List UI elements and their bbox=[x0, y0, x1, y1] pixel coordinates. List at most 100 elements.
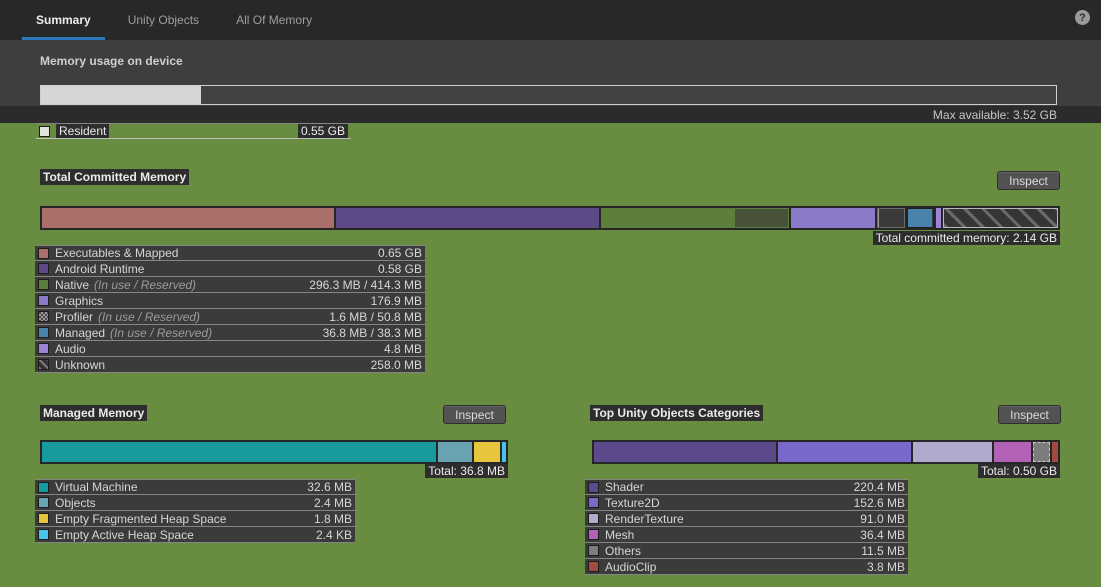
bar-segment-virtual-machine[interactable] bbox=[42, 442, 436, 462]
legend-row-empty-active-heap-space[interactable]: Empty Active Heap Space2.4 KB bbox=[35, 527, 355, 543]
legend-row-executables-mapped[interactable]: Executables & Mapped 0.65 GB bbox=[35, 245, 425, 261]
legend-row-unknown[interactable]: Unknown 258.0 MB bbox=[35, 357, 425, 373]
managed-memory-bar[interactable] bbox=[40, 440, 508, 464]
bar-segment-audio[interactable] bbox=[936, 208, 941, 228]
bar-segment-fill bbox=[908, 209, 932, 227]
bar-segment-android-runtime[interactable] bbox=[336, 208, 598, 228]
unity-objects-total-label: Total: 0.50 GB bbox=[860, 464, 1060, 478]
legend-swatch bbox=[38, 295, 49, 306]
help-icon[interactable]: ? bbox=[1075, 10, 1090, 25]
managed-section-title: Managed Memory bbox=[40, 406, 147, 420]
legend-value: 0.65 GB bbox=[378, 246, 422, 260]
legend-value: 258.0 MB bbox=[371, 358, 422, 372]
max-available-label: Max available: 3.52 GB bbox=[0, 106, 1101, 123]
legend-label: Unknown bbox=[55, 358, 105, 372]
legend-row-texture2d[interactable]: Texture2D152.6 MB bbox=[585, 495, 908, 511]
legend-row-shader[interactable]: Shader220.4 MB bbox=[585, 479, 908, 495]
legend-note: (In use / Reserved) bbox=[110, 326, 212, 340]
legend-row-android-runtime[interactable]: Android Runtime0.58 GB bbox=[35, 261, 425, 277]
device-panel-title: Memory usage on device bbox=[40, 54, 183, 68]
legend-label: Shader bbox=[605, 480, 644, 494]
legend-swatch bbox=[588, 529, 599, 540]
legend-swatch bbox=[38, 497, 49, 508]
unity-objects-inspect-button[interactable]: Inspect bbox=[998, 405, 1061, 424]
tab-all-of-memory[interactable]: All Of Memory bbox=[222, 0, 326, 40]
legend-row-native[interactable]: Native (In use / Reserved) 296.3 MB / 414.… bbox=[35, 277, 425, 293]
legend-label: AudioClip bbox=[605, 560, 656, 574]
legend-value: 0.55 GB bbox=[298, 124, 348, 138]
committed-inspect-button[interactable]: Inspect bbox=[997, 171, 1060, 190]
bar-segment-shader[interactable] bbox=[594, 442, 776, 462]
bar-segment-audioclip[interactable] bbox=[1052, 442, 1058, 462]
bar-segment-objects[interactable] bbox=[438, 442, 472, 462]
bar-segment-unknown[interactable] bbox=[943, 208, 1058, 228]
legend-value: 36.8 MB / 38.3 MB bbox=[323, 326, 422, 340]
legend-row-profiler[interactable]: Profiler(In use / Reserved)1.6 MB / 50.8… bbox=[35, 309, 425, 325]
legend-row-objects[interactable]: Objects2.4 MB bbox=[35, 495, 355, 511]
legend-value: 36.4 MB bbox=[860, 528, 905, 542]
device-memory-bar[interactable] bbox=[40, 85, 1057, 105]
legend-swatch bbox=[588, 482, 599, 493]
legend-label: Graphics bbox=[55, 294, 103, 308]
legend-row-mesh[interactable]: Mesh 36.4 MB bbox=[585, 527, 908, 543]
legend-swatch bbox=[38, 279, 49, 290]
legend-value: 1.6 MB / 50.8 MB bbox=[329, 310, 422, 324]
bar-segment-profiler[interactable] bbox=[877, 208, 905, 228]
legend-value: 4.8 MB bbox=[384, 342, 422, 356]
legend-swatch bbox=[38, 343, 49, 354]
legend-row-graphics[interactable]: Graphics 176.9 MB bbox=[35, 293, 425, 309]
legend-label: Empty Fragmented Heap Space bbox=[55, 512, 226, 526]
legend-row-resident[interactable]: Resident 0.55 GB bbox=[36, 123, 351, 139]
committed-memory-bar[interactable] bbox=[40, 206, 1060, 230]
bar-segment-managed[interactable] bbox=[907, 208, 934, 228]
legend-row-empty-fragmented-heap-space[interactable]: Empty Fragmented Heap Space 1.8 MB bbox=[35, 511, 355, 527]
legend-value: 2.4 KB bbox=[316, 528, 352, 542]
legend-row-audioclip[interactable]: AudioClip 3.8 MB bbox=[585, 559, 908, 575]
legend-label: Native bbox=[55, 278, 89, 292]
legend-row-virtual-machine[interactable]: Virtual Machine32.6 MB bbox=[35, 479, 355, 495]
legend-label: Managed bbox=[55, 326, 105, 340]
legend-swatch bbox=[38, 263, 49, 274]
legend-row-others[interactable]: Others11.5 MB bbox=[585, 543, 908, 559]
legend-value: 91.0 MB bbox=[860, 512, 905, 526]
bar-segment-mesh[interactable] bbox=[994, 442, 1032, 462]
bar-segment-executables-mapped[interactable] bbox=[42, 208, 334, 228]
tab-summary[interactable]: Summary bbox=[22, 0, 105, 40]
bar-segment-texture2d[interactable] bbox=[778, 442, 911, 462]
legend-label: Others bbox=[605, 544, 641, 558]
committed-legend: Executables & Mapped 0.65 GBAndroid Runti… bbox=[35, 245, 425, 373]
legend-label: Virtual Machine bbox=[55, 480, 138, 494]
tab-unity-objects[interactable]: Unity Objects bbox=[114, 0, 213, 40]
legend-swatch bbox=[38, 327, 49, 338]
bar-segment-graphics[interactable] bbox=[791, 208, 875, 228]
unity-objects-section-title: Top Unity Objects Categories bbox=[590, 406, 763, 420]
legend-value: 3.8 MB bbox=[867, 560, 905, 574]
legend-label: Profiler bbox=[55, 310, 93, 324]
managed-inspect-button[interactable]: Inspect bbox=[443, 405, 506, 424]
legend-swatch bbox=[38, 311, 49, 322]
legend-row-audio[interactable]: Audio4.8 MB bbox=[35, 341, 425, 357]
bar-segment-others[interactable] bbox=[1033, 442, 1050, 462]
tab-bar: SummaryUnity ObjectsAll Of Memory ? bbox=[0, 0, 1101, 40]
bar-segment-empty-fragmented-heap-space[interactable] bbox=[474, 442, 500, 462]
legend-label: Objects bbox=[55, 496, 96, 510]
legend-swatch bbox=[588, 513, 599, 524]
managed-legend: Virtual Machine32.6 MBObjects2.4 MBEmpty… bbox=[35, 479, 355, 543]
legend-note: (In use / Reserved) bbox=[94, 278, 196, 292]
legend-swatch bbox=[38, 513, 49, 524]
legend-label: Executables & Mapped bbox=[55, 246, 178, 260]
legend-value: 296.3 MB / 414.3 MB bbox=[309, 278, 422, 292]
bar-segment-rendertexture[interactable] bbox=[913, 442, 991, 462]
legend-row-rendertexture[interactable]: RenderTexture91.0 MB bbox=[585, 511, 908, 527]
committed-total-label: Total committed memory: 2.14 GB bbox=[660, 231, 1060, 245]
bar-segment-native[interactable] bbox=[601, 208, 789, 228]
legend-label: Resident bbox=[56, 124, 109, 138]
legend-value: 176.9 MB bbox=[371, 294, 422, 308]
legend-label: Mesh bbox=[605, 528, 634, 542]
legend-swatch bbox=[38, 482, 49, 493]
legend-row-managed[interactable]: Managed (In use / Reserved) 36.8 MB / 38.3… bbox=[35, 325, 425, 341]
memory-profiler-summary-view: SummaryUnity ObjectsAll Of Memory ? Memo… bbox=[0, 0, 1101, 587]
bar-segment-empty-active-heap-space[interactable] bbox=[502, 442, 506, 462]
unity-objects-bar[interactable] bbox=[592, 440, 1060, 464]
legend-value: 1.8 MB bbox=[314, 512, 352, 526]
